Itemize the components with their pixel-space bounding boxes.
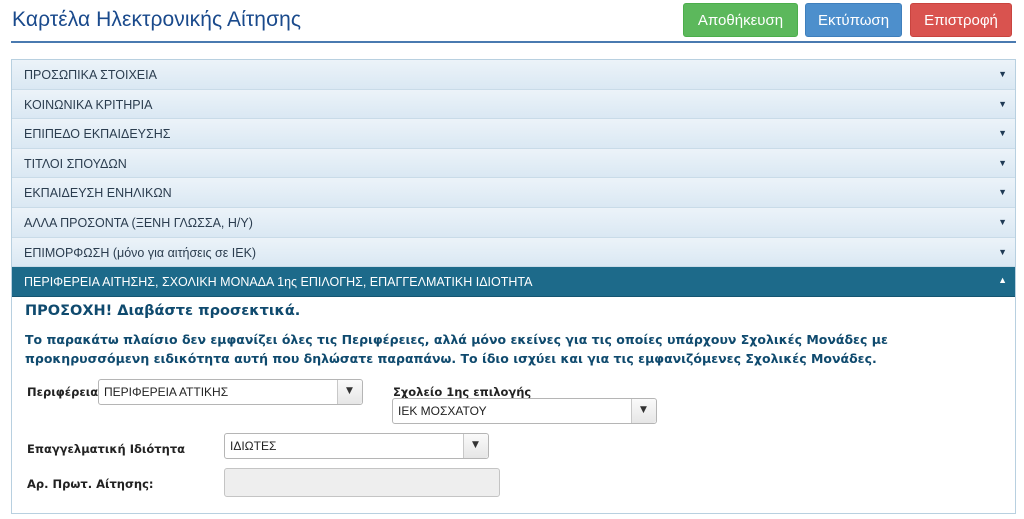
school-dropdown-button[interactable]: ▼: [631, 398, 656, 423]
application-accordion: ΠΡΟΣΩΠΙΚΑ ΣΤΟΙΧΕΙΑ ▼ ΚΟΙΝΩΝΙΚΑ ΚΡΙΤΗΡΙΑ …: [11, 59, 1016, 514]
region-select-value: ΠΕΡΙΦΕΡΕΙΑ ΑΤΤΙΚΗΣ: [104, 384, 229, 399]
accordion-label: ΠΕΡΙΦΕΡΕΙΑ ΑΙΤΗΣΗΣ, ΣΧΟΛΙΚΗ ΜΟΝΑΔΑ 1ης Ε…: [24, 275, 533, 290]
school-label: Σχολείο 1ης επιλογής: [393, 384, 532, 399]
school-select[interactable]: ΙΕΚ ΜΟΣΧΑΤΟΥ ▼: [392, 397, 657, 424]
application-page: Καρτέλα Ηλεκτρονικής Αίτησης Αποθήκευση …: [0, 0, 1024, 519]
occupation-label: Επαγγελματική Ιδιότητα: [27, 441, 186, 456]
accordion-header-education-level[interactable]: ΕΠΙΠΕΔΟ ΕΚΠΑΙΔΕΥΣΗΣ ▼: [12, 119, 1015, 149]
region-label: Περιφέρεια: [27, 384, 99, 399]
chevron-down-icon: ▼: [998, 187, 1007, 198]
chevron-down-icon: ▼: [998, 157, 1007, 168]
accordion-header-degrees[interactable]: ΤΙΤΛΟΙ ΣΠΟΥΔΩΝ ▼: [12, 148, 1015, 179]
occupation-select-value: ΙΔΙΩΤΕΣ: [230, 438, 277, 453]
accordion-label: ΕΚΠΑΙΔΕΥΣΗ ΕΝΗΛΙΚΩΝ: [24, 186, 172, 201]
accordion-header-region-school[interactable]: ΠΕΡΙΦΕΡΕΙΑ ΑΙΤΗΣΗΣ, ΣΧΟΛΙΚΗ ΜΟΝΑΔΑ 1ης Ε…: [12, 267, 1015, 297]
chevron-down-icon: ▼: [472, 439, 479, 450]
school-select-value: ΙΕΚ ΜΟΣΧΑΤΟΥ: [398, 403, 487, 418]
occupation-dropdown-button[interactable]: ▼: [463, 433, 488, 458]
print-button[interactable]: Εκτύπωση: [805, 3, 902, 37]
chevron-down-icon: ▼: [346, 385, 353, 396]
page-header: Καρτέλα Ηλεκτρονικής Αίτησης Αποθήκευση …: [11, 0, 1016, 43]
chevron-down-icon: ▼: [998, 216, 1007, 227]
accordion-label: ΠΡΟΣΩΠΙΚΑ ΣΤΟΙΧΕΙΑ: [24, 68, 157, 82]
accordion-header-social-criteria[interactable]: ΚΟΙΝΩΝΙΚΑ ΚΡΙΤΗΡΙΑ ▼: [12, 89, 1015, 120]
accordion-label: ΕΠΙΠΕΔΟ ΕΚΠΑΙΔΕΥΣΗΣ: [24, 127, 171, 142]
page-title: Καρτέλα Ηλεκτρονικής Αίτησης: [12, 8, 302, 31]
chevron-down-icon: ▼: [640, 404, 647, 415]
protocol-number-field: [224, 467, 500, 497]
accordion-label: ΚΟΙΝΩΝΙΚΑ ΚΡΙΤΗΡΙΑ: [24, 97, 153, 112]
chevron-down-icon: ▼: [998, 98, 1007, 109]
chevron-down-icon: ▼: [998, 128, 1007, 139]
warning-text: Το παρακάτω πλαίσιο δεν εμφανίζει όλες τ…: [25, 331, 888, 366]
accordion-label: ΑΛΛΑ ΠΡΟΣΟΝΤΑ (ΞΕΝΗ ΓΛΩΣΣΑ, Η/Υ): [24, 215, 253, 230]
save-button[interactable]: Αποθήκευση: [683, 3, 798, 37]
protocol-number-label: Αρ. Πρωτ. Αίτησης:: [27, 476, 154, 491]
accordion-header-training[interactable]: ΕΠΙΜΟΡΦΩΣΗ (μόνο για αιτήσεις σε ΙΕΚ) ▼: [12, 237, 1015, 268]
chevron-down-icon: ▼: [998, 69, 1007, 79]
chevron-down-icon: ▼: [998, 246, 1007, 257]
accordion-label: ΕΠΙΜΟΡΦΩΣΗ (μόνο για αιτήσεις σε ΙΕΚ): [24, 245, 257, 260]
occupation-select[interactable]: ΙΔΙΩΤΕΣ ▼: [224, 432, 489, 459]
accordion-header-personal-info[interactable]: ΠΡΟΣΩΠΙΚΑ ΣΤΟΙΧΕΙΑ ▼: [12, 60, 1015, 90]
chevron-up-icon: ▲: [998, 275, 1007, 286]
accordion-label: ΤΙΤΛΟΙ ΣΠΟΥΔΩΝ: [24, 156, 127, 171]
accordion-header-other-qualifications[interactable]: ΑΛΛΑ ΠΡΟΣΟΝΤΑ (ΞΕΝΗ ΓΛΩΣΣΑ, Η/Υ) ▼: [12, 207, 1015, 238]
warning-title: ΠΡΟΣΟΧΗ! Διαβάστε προσεκτικά.: [25, 302, 301, 319]
accordion-header-adult-education[interactable]: ΕΚΠΑΙΔΕΥΣΗ ΕΝΗΛΙΚΩΝ ▼: [12, 178, 1015, 208]
region-dropdown-button[interactable]: ▼: [337, 379, 362, 404]
back-button[interactable]: Επιστροφή: [910, 3, 1012, 37]
region-select[interactable]: ΠΕΡΙΦΕΡΕΙΑ ΑΤΤΙΚΗΣ ▼: [98, 378, 363, 405]
